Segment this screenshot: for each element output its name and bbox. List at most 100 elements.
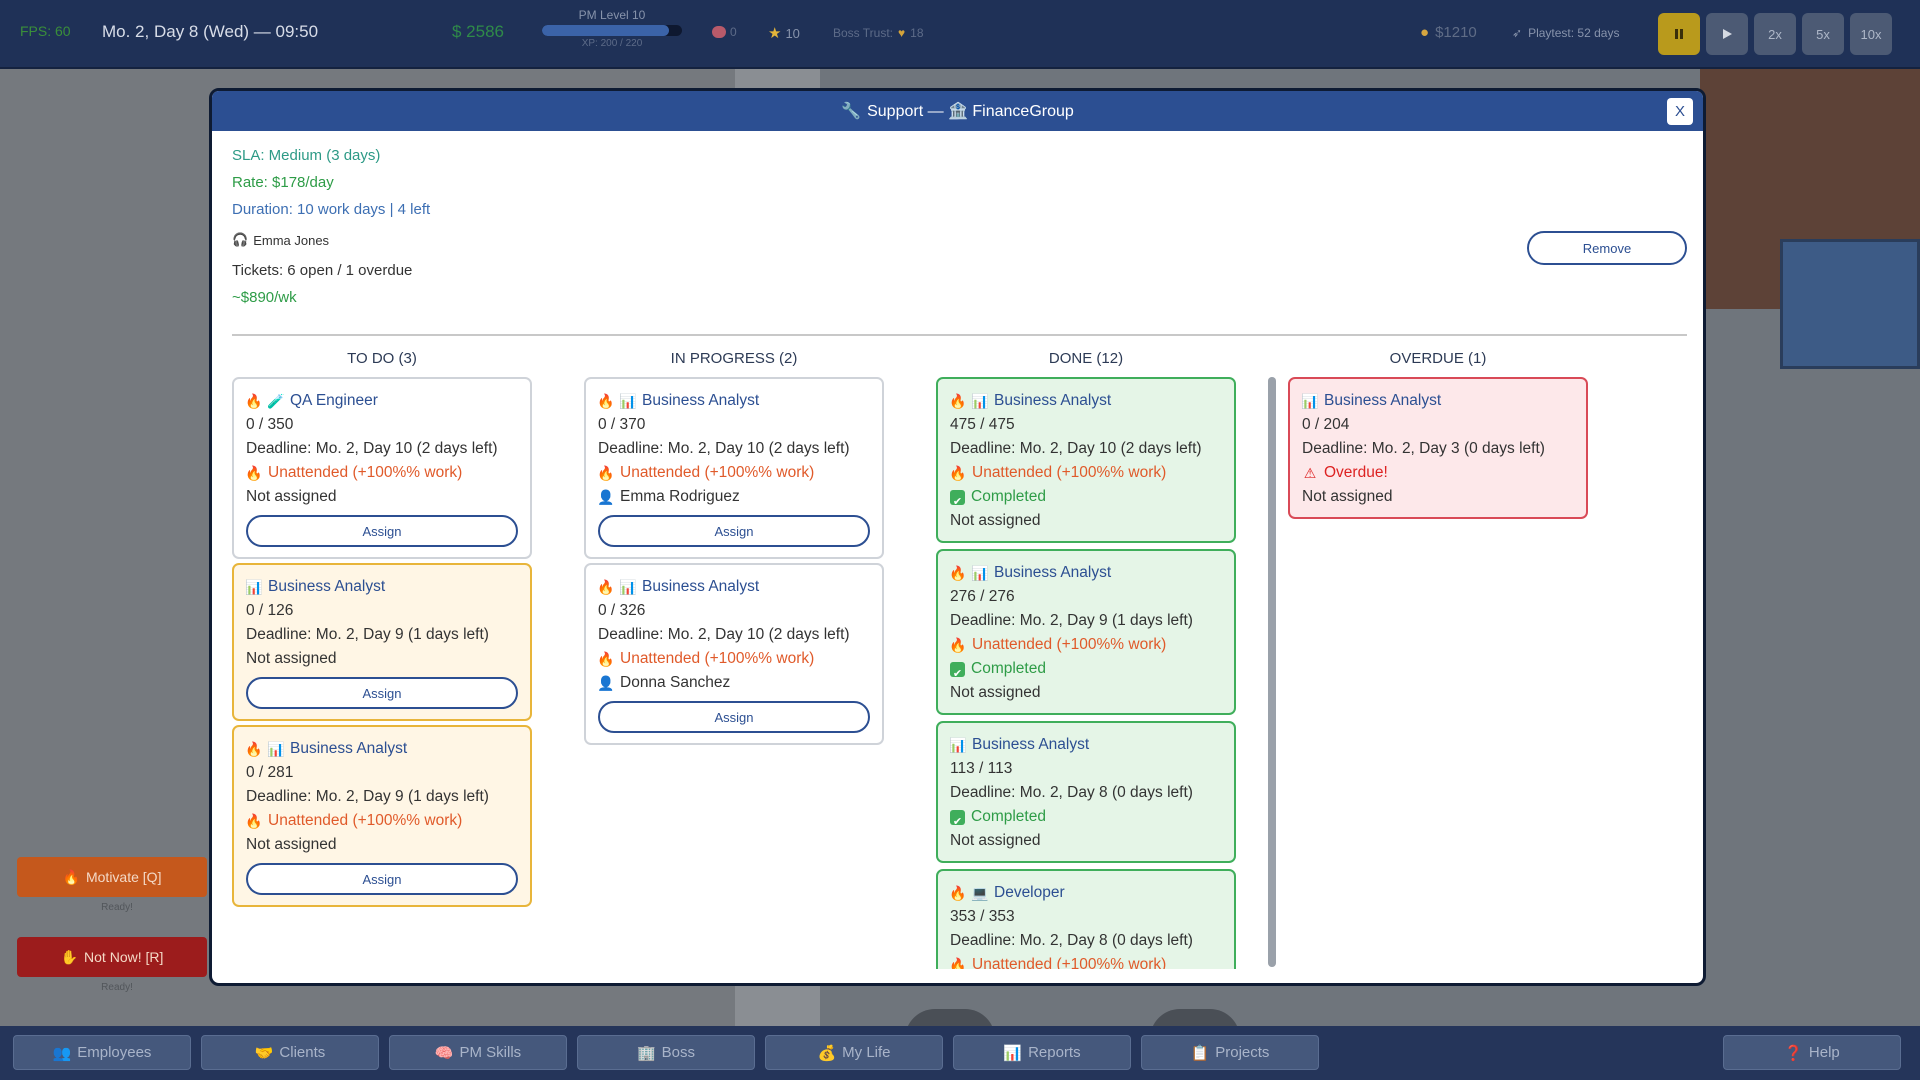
unattended-text: Unattended (+100%% work) xyxy=(268,464,463,481)
laptop-icon: 💻 xyxy=(971,885,989,901)
bank-value: $1210 xyxy=(1435,24,1477,41)
column-header-done: DONE (12) xyxy=(1048,350,1124,367)
ticket-card[interactable]: 🔥 📊 Business Analyst 475 / 475 Deadline: M… xyxy=(936,377,1236,543)
ticket-card[interactable]: 📊 Business Analyst 0 / 204 Deadline: Mo. … xyxy=(1288,377,1588,519)
speed-10x-button[interactable]: 10x xyxy=(1850,13,1892,55)
check-icon: ✔ xyxy=(950,661,965,680)
unattended-text: Unattended (+100%% work) xyxy=(268,812,463,829)
ticket-deadline: Deadline: Mo. 2, Day 10 (2 days left) xyxy=(950,440,1202,457)
ticket-progress: 276 / 276 xyxy=(950,588,1015,605)
not-now-status: Ready! xyxy=(101,982,133,993)
fire-icon: 🔥 xyxy=(597,465,615,481)
close-button[interactable]: X xyxy=(1667,98,1693,125)
ticket-role: Business Analyst xyxy=(290,740,408,757)
ticket-role: Business Analyst xyxy=(642,578,760,595)
fire-icon: 🔥 xyxy=(949,637,967,653)
assign-button[interactable]: Assign xyxy=(598,701,870,733)
nav-boss[interactable]: 🏢 Boss xyxy=(577,1035,755,1070)
nav-projects[interactable]: 📋 Projects xyxy=(1141,1035,1319,1070)
nav-clients[interactable]: 🤝 Clients xyxy=(201,1035,379,1070)
ticket-card[interactable]: 🔥 🧪 QA Engineer 0 / 350 Deadline: Mo. 2, D… xyxy=(232,377,532,559)
ticket-role: Business Analyst xyxy=(994,564,1112,581)
chart-icon: 📊 xyxy=(971,393,989,409)
star-icon: ★ xyxy=(768,25,782,42)
pm-level-label: PM Level 10 xyxy=(578,8,646,22)
boss-trust-label: Boss Trust: xyxy=(833,26,894,40)
assign-button[interactable]: Assign xyxy=(598,515,870,547)
xp-bar-fill xyxy=(542,25,670,36)
ticket-card[interactable]: 🔥 📊 Business Analyst 276 / 276 Deadline: M… xyxy=(936,549,1236,715)
motivate-status: Ready! xyxy=(101,902,133,913)
ticket-deadline: Deadline: Mo. 2, Day 9 (1 days left) xyxy=(950,612,1193,629)
ticket-card[interactable]: 🔥 📊 Business Analyst 0 / 370 Deadline: Mo.… xyxy=(584,377,884,559)
column-header-overdue: OVERDUE (1) xyxy=(1389,350,1487,367)
nav-pm-skills-label: PM Skills xyxy=(459,1044,522,1061)
remove-button[interactable]: Remove xyxy=(1527,231,1687,265)
nav-boss-label: Boss xyxy=(661,1044,696,1061)
nav-employees[interactable]: 👥 Employees xyxy=(13,1035,191,1070)
brain-icon: 🧠 xyxy=(434,1044,454,1062)
duration-text: Duration: 10 work days | 4 left xyxy=(232,201,431,218)
assign-button[interactable]: Assign xyxy=(246,515,518,547)
fire-icon: 🔥 xyxy=(949,957,967,969)
not-now-label: Not Now! [R] xyxy=(84,949,164,965)
divider xyxy=(232,334,1687,336)
ticket-card[interactable]: 🔥 📊 Business Analyst 0 / 326 Deadline: Mo.… xyxy=(584,563,884,745)
unattended-text: Unattended (+100%% work) xyxy=(972,956,1167,969)
assign-button[interactable]: Assign xyxy=(246,677,518,709)
chart-icon: 📊 xyxy=(267,741,285,757)
ticket-deadline: Deadline: Mo. 2, Day 3 (0 days left) xyxy=(1302,440,1545,457)
ticket-deadline: Deadline: Mo. 2, Day 10 (2 days left) xyxy=(598,440,850,457)
speed-5x-button[interactable]: 5x xyxy=(1802,13,1844,55)
not-now-button[interactable]: ✋ Not Now! [R] xyxy=(17,937,207,977)
nav-my-life[interactable]: 💰 My Life xyxy=(765,1035,943,1070)
fire-icon: 🔥 xyxy=(245,465,263,481)
motivate-label: Motivate [Q] xyxy=(85,869,162,885)
support-person-name: Emma Jones xyxy=(253,232,330,248)
chart-icon: 📊 xyxy=(619,393,637,409)
test-tube-icon: 🧪 xyxy=(267,393,285,409)
people-icon: 👥 xyxy=(52,1044,72,1062)
rate-text: Rate: $178/day xyxy=(232,174,334,191)
person-icon: 👤 xyxy=(597,489,615,505)
check-icon: ✔ xyxy=(950,489,965,508)
nav-help[interactable]: ❓ Help xyxy=(1723,1035,1901,1070)
column-header-todo: TO DO (3) xyxy=(347,350,417,367)
bed xyxy=(1780,239,1920,369)
fire-icon: 🔥 xyxy=(245,741,263,757)
ticket-assignee: Not assigned xyxy=(246,488,337,505)
play-button[interactable] xyxy=(1706,13,1748,55)
ticket-status: Completed xyxy=(971,808,1046,825)
ticket-assignee: Donna Sanchez xyxy=(620,674,731,691)
brain-value: 0 xyxy=(730,25,737,39)
ticket-card[interactable]: 📊 Business Analyst 113 / 113 Deadline: Mo… xyxy=(936,721,1236,863)
ticket-card[interactable]: 🔥 📊 Business Analyst 0 / 281 Deadline: Mo.… xyxy=(232,725,532,907)
nav-projects-label: Projects xyxy=(1215,1044,1270,1061)
ticket-assignee: Not assigned xyxy=(950,832,1041,849)
reputation-stat: ★ 10 xyxy=(768,24,800,42)
chart-icon: 📊 xyxy=(1003,1044,1023,1062)
motivate-button[interactable]: 🔥 Motivate [Q] xyxy=(17,857,207,897)
done-scrollbar[interactable] xyxy=(1268,377,1276,967)
ticket-deadline: Deadline: Mo. 2, Day 8 (0 days left) xyxy=(950,784,1193,801)
ticket-card[interactable]: 📊 Business Analyst 0 / 126 Deadline: Mo. … xyxy=(232,563,532,721)
speed-2x-button[interactable]: 2x xyxy=(1754,13,1796,55)
ticket-assignee: Emma Rodriguez xyxy=(620,488,740,505)
modal-title: Support — 🏦 FinanceGroup xyxy=(867,103,1074,120)
ticket-progress: 353 / 353 xyxy=(950,908,1015,925)
brain-icon xyxy=(712,26,726,38)
fire-icon: 🔥 xyxy=(62,868,80,885)
person-icon: 👤 xyxy=(597,675,615,691)
nav-pm-skills[interactable]: 🧠 PM Skills xyxy=(389,1035,567,1070)
nav-employees-label: Employees xyxy=(77,1044,152,1061)
play-icon xyxy=(1723,29,1732,39)
fire-icon: 🔥 xyxy=(245,393,263,409)
pause-button[interactable] xyxy=(1658,13,1700,55)
contract-modal: 🔧 Support — 🏦 FinanceGroup X SLA: Medium… xyxy=(209,88,1706,986)
ticket-card[interactable]: 🔥 💻 Developer 353 / 353 Deadline: Mo. 2, D… xyxy=(936,869,1236,969)
bank-balance: ● $1210 xyxy=(1420,24,1477,41)
nav-reports[interactable]: 📊 Reports xyxy=(953,1035,1131,1070)
game-date: Mo. 2, Day 8 (Wed) — 09:50 xyxy=(102,22,319,41)
assign-button[interactable]: Assign xyxy=(246,863,518,895)
done-scrollbar-thumb[interactable] xyxy=(1268,377,1276,967)
